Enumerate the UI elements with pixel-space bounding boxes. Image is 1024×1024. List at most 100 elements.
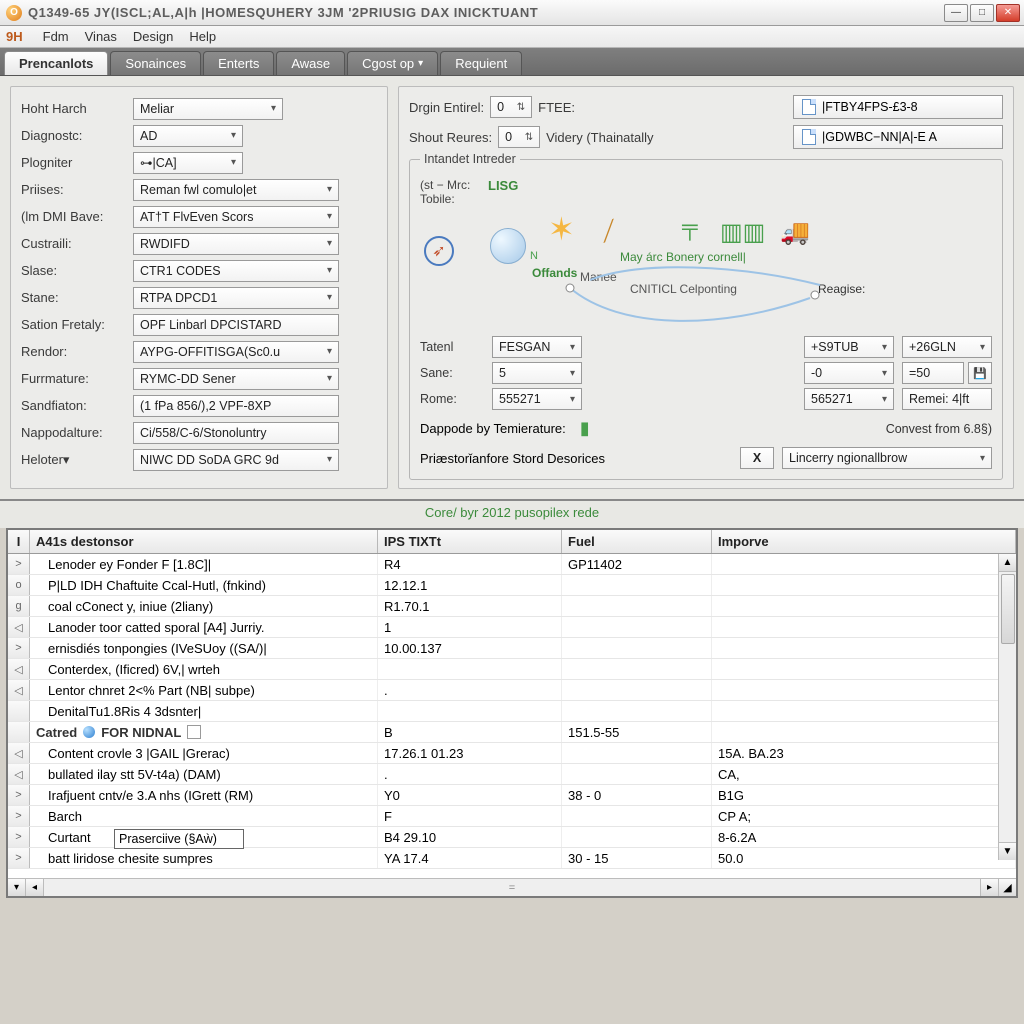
- cell-c2: 17.26.1 01.23: [378, 743, 562, 763]
- field-select[interactable]: CTR1 CODES▾: [133, 260, 339, 282]
- tab-awase[interactable]: Awase: [276, 51, 345, 75]
- vertical-scrollbar[interactable]: ▲ ▼: [998, 554, 1016, 860]
- row-handle[interactable]: >: [8, 848, 30, 868]
- table-row[interactable]: >batt liridose chesite sumpresYA 17.430 …: [8, 848, 1016, 869]
- row-handle[interactable]: ◁: [8, 617, 30, 637]
- table-row[interactable]: >Lenoder ey Fonder F [1.8C]|R4GP11402: [8, 554, 1016, 575]
- shout-spinner[interactable]: 0⇅: [498, 126, 540, 148]
- table-row[interactable]: DenitalTu1.8Ris 4 3dsnter|: [8, 701, 1016, 722]
- menu-design[interactable]: Design: [133, 29, 173, 44]
- scroll-left2-icon[interactable]: ◂: [26, 879, 44, 896]
- field-select[interactable]: AT†T FlvEven Scors▾: [133, 206, 339, 228]
- r50-input[interactable]: =50: [902, 362, 964, 384]
- row-handle[interactable]: >: [8, 785, 30, 805]
- r0-select[interactable]: -0▾: [804, 362, 894, 384]
- row-handle[interactable]: >: [8, 554, 30, 574]
- table-row[interactable]: Catred FOR NIDNAL B151.5-55: [8, 722, 1016, 743]
- close-button[interactable]: ✕: [996, 4, 1020, 22]
- input-value: Remei: 4|ft: [909, 392, 969, 406]
- scroll-down-icon[interactable]: ▼: [999, 842, 1016, 860]
- row-handle[interactable]: >: [8, 638, 30, 658]
- table-row[interactable]: oP|LD IDH Chaftuite Ccal-Hutl, (fnkind)1…: [8, 575, 1016, 596]
- col-destonsor[interactable]: A41s destonsor: [30, 530, 378, 553]
- row-handle[interactable]: o: [8, 575, 30, 595]
- table-row[interactable]: gcoal cConect y, iniue (2liany)R1.70.1: [8, 596, 1016, 617]
- row-handle[interactable]: ◁: [8, 680, 30, 700]
- select-value: Meliar: [140, 102, 174, 116]
- cell-editor[interactable]: Praserciive (§Aẁ): [114, 829, 244, 849]
- maximize-button[interactable]: □: [970, 4, 994, 22]
- menu-fdm[interactable]: Fdm: [43, 29, 69, 44]
- lincerry-select[interactable]: Lincerry ngionallbrow▾: [782, 447, 992, 469]
- drgin-spinner[interactable]: 0⇅: [490, 96, 532, 118]
- sgln-select[interactable]: +26GLN▾: [902, 336, 992, 358]
- tab-requient[interactable]: Requient: [440, 51, 522, 75]
- table-row[interactable]: ◁Lentor chnret 2<% Part (NB| subpe).: [8, 680, 1016, 701]
- row-handle[interactable]: [8, 701, 30, 721]
- field-select[interactable]: RTPA DPCD1▾: [133, 287, 339, 309]
- col-rowhandle[interactable]: I: [8, 530, 30, 553]
- menu-accel[interactable]: 9H: [6, 29, 23, 44]
- field-select[interactable]: Ci/558/C-6/Stonoluntry: [133, 422, 339, 444]
- horizontal-scrollbar[interactable]: ▾ ◂ = ▸ ◢: [8, 878, 1016, 896]
- hscroll-track[interactable]: =: [44, 882, 980, 894]
- col-fuel[interactable]: Fuel: [562, 530, 712, 553]
- field-select[interactable]: NIWC DD SoDA GRC 9d▾: [133, 449, 339, 471]
- tatenl-select[interactable]: FESGAN▾: [492, 336, 582, 358]
- tab-enterts[interactable]: Enterts: [203, 51, 274, 75]
- r2-select[interactable]: 565271▾: [804, 388, 894, 410]
- field-select[interactable]: RYMC-DD Sener▾: [133, 368, 339, 390]
- table-row[interactable]: ◁bullated ilay stt 5V-t4a) (DAM).CA,: [8, 764, 1016, 785]
- spinner-value: 0: [505, 130, 512, 144]
- table-row[interactable]: ◁Conterdex, (Ificred) 6V,| wrteh: [8, 659, 1016, 680]
- blue-dot-icon: [83, 726, 95, 738]
- tab-sonainces[interactable]: Sonainces: [110, 51, 201, 75]
- row-handle[interactable]: [8, 722, 30, 742]
- table-row[interactable]: >ernisdiés tonpongies (IVeSUoy ((SA/)|10…: [8, 638, 1016, 659]
- remei-input[interactable]: Remei: 4|ft: [902, 388, 992, 410]
- save-mini-button[interactable]: 💾: [968, 362, 992, 384]
- stub-select[interactable]: +S9TUB▾: [804, 336, 894, 358]
- tab-prencanlots[interactable]: Prencanlots: [4, 51, 108, 75]
- field-select[interactable]: (1 fPa 856/),2 VPF-8XP: [133, 395, 339, 417]
- chevron-down-icon: ▾: [327, 346, 332, 357]
- row-handle[interactable]: ◁: [8, 764, 30, 784]
- row-handle[interactable]: >: [8, 806, 30, 826]
- info-button-2[interactable]: |GDWBC−NN|A|-E A: [793, 125, 1003, 149]
- x-button[interactable]: X: [740, 447, 774, 469]
- field-select[interactable]: AYPG-OFFITISGA(Sc0.u▾: [133, 341, 339, 363]
- field-select[interactable]: RWDIFD▾: [133, 233, 339, 255]
- sane-select[interactable]: 5▾: [492, 362, 582, 384]
- field-select[interactable]: AD▾: [133, 125, 243, 147]
- row-handle[interactable]: ◁: [8, 659, 30, 679]
- table-row[interactable]: >BarchFCP A;: [8, 806, 1016, 827]
- field-label: Diagnostc:: [21, 128, 133, 143]
- cell-text: P|LD IDH Chaftuite Ccal-Hutl, (fnkind): [48, 578, 266, 593]
- scroll-thumb[interactable]: [1001, 574, 1015, 644]
- table-row[interactable]: ◁Content crovle 3 |GAIL |Grerac)17.26.1 …: [8, 743, 1016, 764]
- tab-cgostop[interactable]: Cgost op▾: [347, 51, 438, 75]
- menu-help[interactable]: Help: [189, 29, 216, 44]
- menu-vinas[interactable]: Vinas: [85, 29, 117, 44]
- row-handle[interactable]: >: [8, 827, 30, 847]
- field-select[interactable]: OPF Linbarl DPCISTARD: [133, 314, 339, 336]
- info-button-1[interactable]: |FTBY4FPS-£3-8: [793, 95, 1003, 119]
- rome-select[interactable]: 555271▾: [492, 388, 582, 410]
- minimize-button[interactable]: —: [944, 4, 968, 22]
- col-ips[interactable]: IPS TIXTt: [378, 530, 562, 553]
- scroll-up-icon[interactable]: ▲: [999, 554, 1016, 572]
- tab-label: Enterts: [218, 56, 259, 71]
- row-handle[interactable]: g: [8, 596, 30, 616]
- table-row[interactable]: ◁Lanoder toor catted sporal [A4] Jurriy.…: [8, 617, 1016, 638]
- chevron-down-icon: ▾: [570, 342, 575, 353]
- scroll-left-icon[interactable]: ▾: [8, 879, 26, 896]
- cell-destonsor: ernisdiés tonpongies (IVeSUoy ((SA/)|: [30, 638, 378, 658]
- table-row[interactable]: >Irafjuent cntv/e 3.A nhs (IGrett (RM)Y0…: [8, 785, 1016, 806]
- scroll-right-icon[interactable]: ▸: [980, 879, 998, 896]
- row-handle[interactable]: ◁: [8, 743, 30, 763]
- field-label: Sandfiaton:: [21, 398, 133, 413]
- field-select[interactable]: Reman fwl comulo|et▾: [133, 179, 339, 201]
- col-imporve[interactable]: Imporve: [712, 530, 1016, 553]
- field-select[interactable]: ⊶|CA]▾: [133, 152, 243, 174]
- field-select[interactable]: Meliar▾: [133, 98, 283, 120]
